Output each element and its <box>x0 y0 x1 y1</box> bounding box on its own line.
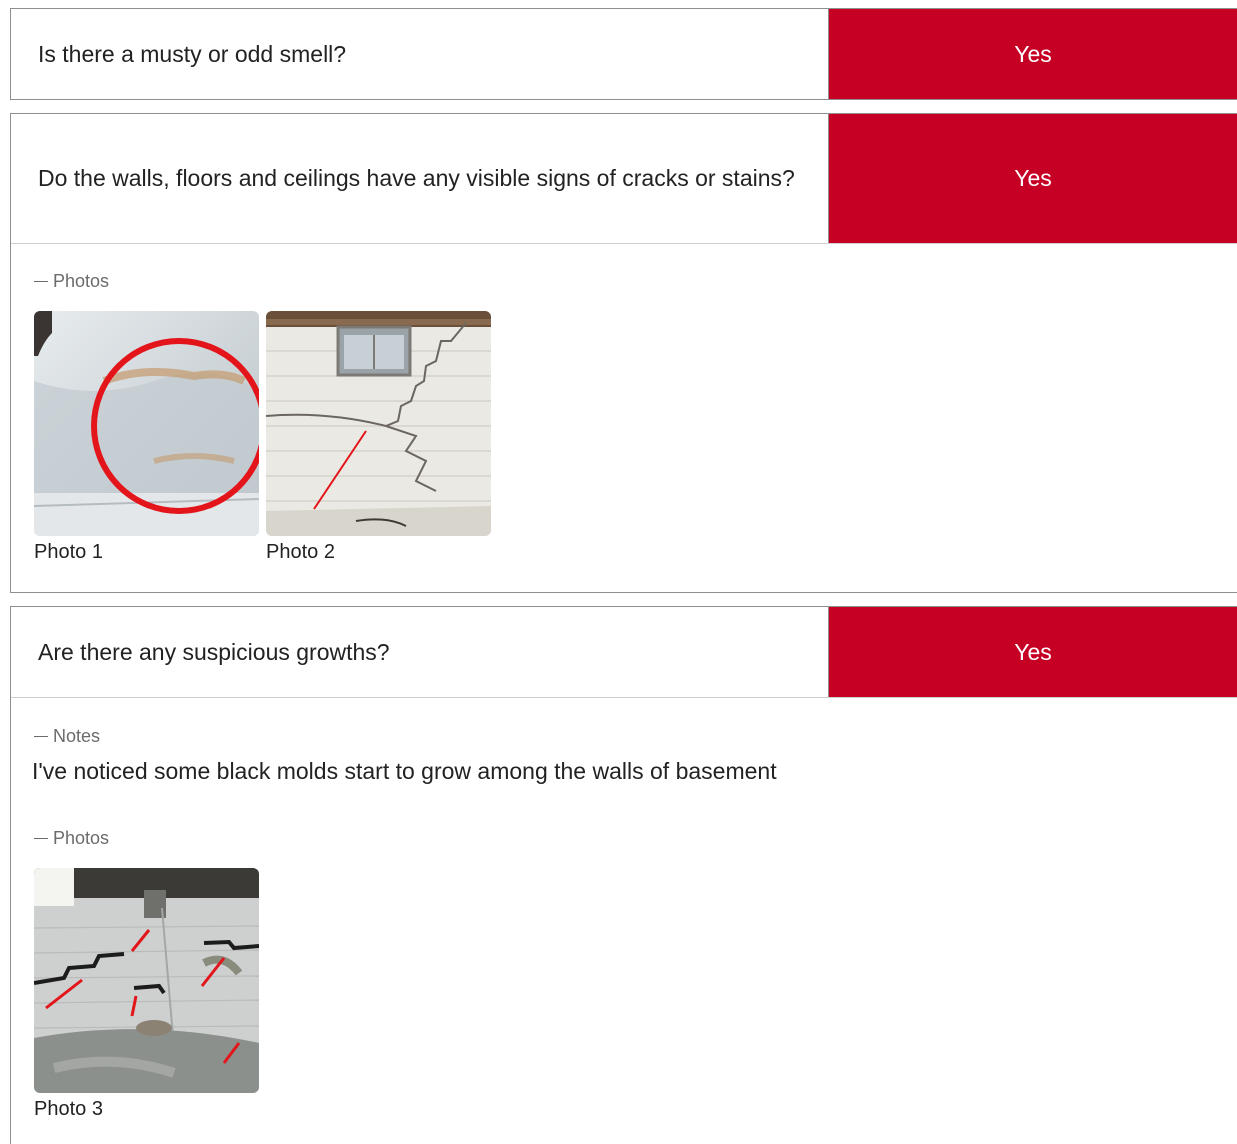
photo-caption: Photo 1 <box>34 541 103 563</box>
answer-badge: Yes <box>829 114 1237 243</box>
question-smell: Is there a musty or odd smell? Yes <box>10 8 1237 100</box>
question-text: Do the walls, floors and ceilings have a… <box>11 114 829 243</box>
question-text: Is there a musty or odd smell? <box>11 9 829 99</box>
photo-thumbnail[interactable]: Photo 1 <box>34 311 259 564</box>
dash-icon <box>34 281 48 282</box>
inspection-report: Is there a musty or odd smell? Yes Do th… <box>0 0 1237 1144</box>
question-details: Photos Photo 1 Photo 2 <box>11 243 1237 592</box>
answer-badge: Yes <box>829 607 1237 697</box>
question-growths: Are there any suspicious growths? Yes No… <box>10 606 1237 1144</box>
photo-caption: Photo 2 <box>266 541 335 563</box>
ceiling-stain-photo-icon <box>34 311 259 536</box>
photo-thumbnail[interactable]: Photo 3 <box>34 868 259 1121</box>
photo-caption: Photo 3 <box>34 1098 103 1120</box>
dash-icon <box>34 736 48 737</box>
photo-thumbnail[interactable]: Photo 2 <box>266 311 491 564</box>
question-cracks: Do the walls, floors and ceilings have a… <box>10 113 1237 593</box>
notes-label: Notes <box>34 726 100 747</box>
photo-gallery: Photo 3 <box>34 868 259 1121</box>
photos-label: Photos <box>34 271 109 292</box>
photos-label: Photos <box>34 828 109 849</box>
question-text: Are there any suspicious growths? <box>11 607 829 697</box>
photo-gallery: Photo 1 Photo 2 <box>34 311 491 564</box>
dash-icon <box>34 838 48 839</box>
cracked-wall-photo-icon <box>266 311 491 536</box>
answer-badge: Yes <box>829 9 1237 99</box>
question-details: Notes I've noticed some black molds star… <box>11 697 1237 1144</box>
note-text: I've noticed some black molds start to g… <box>32 758 777 784</box>
moldy-basement-photo-icon <box>34 868 259 1093</box>
